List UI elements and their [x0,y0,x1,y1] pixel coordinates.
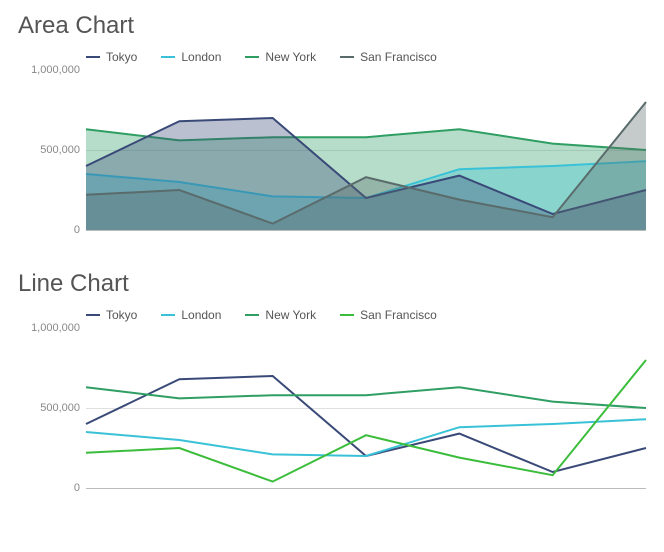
y-tick-label: 500,000 [40,402,86,414]
axis-baseline [86,488,646,489]
legend-item-new-york[interactable]: New York [245,50,316,64]
legend-item-tokyo[interactable]: Tokyo [86,308,137,322]
line-series[interactable] [86,419,646,456]
area-chart-block: Area Chart Tokyo London New York San Fra… [16,12,648,230]
line-chart-block: Line Chart Tokyo London New York San Fra… [16,270,648,488]
legend-swatch-icon [86,56,100,58]
legend-label: Tokyo [106,50,137,64]
line-series[interactable] [86,387,646,408]
line-chart-title: Line Chart [18,270,648,298]
legend-swatch-icon [245,56,259,58]
y-tick-label: 0 [74,482,86,494]
legend-swatch-icon [245,314,259,316]
area-chart-legend: Tokyo London New York San Francisco [86,50,648,64]
legend-swatch-icon [161,56,175,58]
legend-label: Tokyo [106,308,137,322]
chart-svg [86,70,646,230]
legend-label: New York [265,308,316,322]
y-tick-label: 1,000,000 [31,322,86,334]
y-tick-label: 500,000 [40,144,86,156]
legend-item-london[interactable]: London [161,50,221,64]
legend-swatch-icon [86,314,100,316]
axis-baseline [86,230,646,231]
legend-item-london[interactable]: London [161,308,221,322]
legend-label: New York [265,50,316,64]
legend-label: London [181,50,221,64]
legend-label: London [181,308,221,322]
legend-item-new-york[interactable]: New York [245,308,316,322]
legend-label: San Francisco [360,50,437,64]
legend-item-san-francisco[interactable]: San Francisco [340,50,437,64]
line-series[interactable] [86,360,646,482]
legend-label: San Francisco [360,308,437,322]
line-chart-legend: Tokyo London New York San Francisco [86,308,648,322]
legend-swatch-icon [161,314,175,316]
legend-swatch-icon [340,56,354,58]
line-chart-plot[interactable]: 0500,0001,000,000 [86,328,646,488]
legend-item-san-francisco[interactable]: San Francisco [340,308,437,322]
legend-item-tokyo[interactable]: Tokyo [86,50,137,64]
y-tick-label: 0 [74,224,86,236]
area-chart-plot[interactable]: 0500,0001,000,000 [86,70,646,230]
chart-svg [86,328,646,488]
legend-swatch-icon [340,314,354,316]
area-chart-title: Area Chart [18,12,648,40]
y-tick-label: 1,000,000 [31,64,86,76]
